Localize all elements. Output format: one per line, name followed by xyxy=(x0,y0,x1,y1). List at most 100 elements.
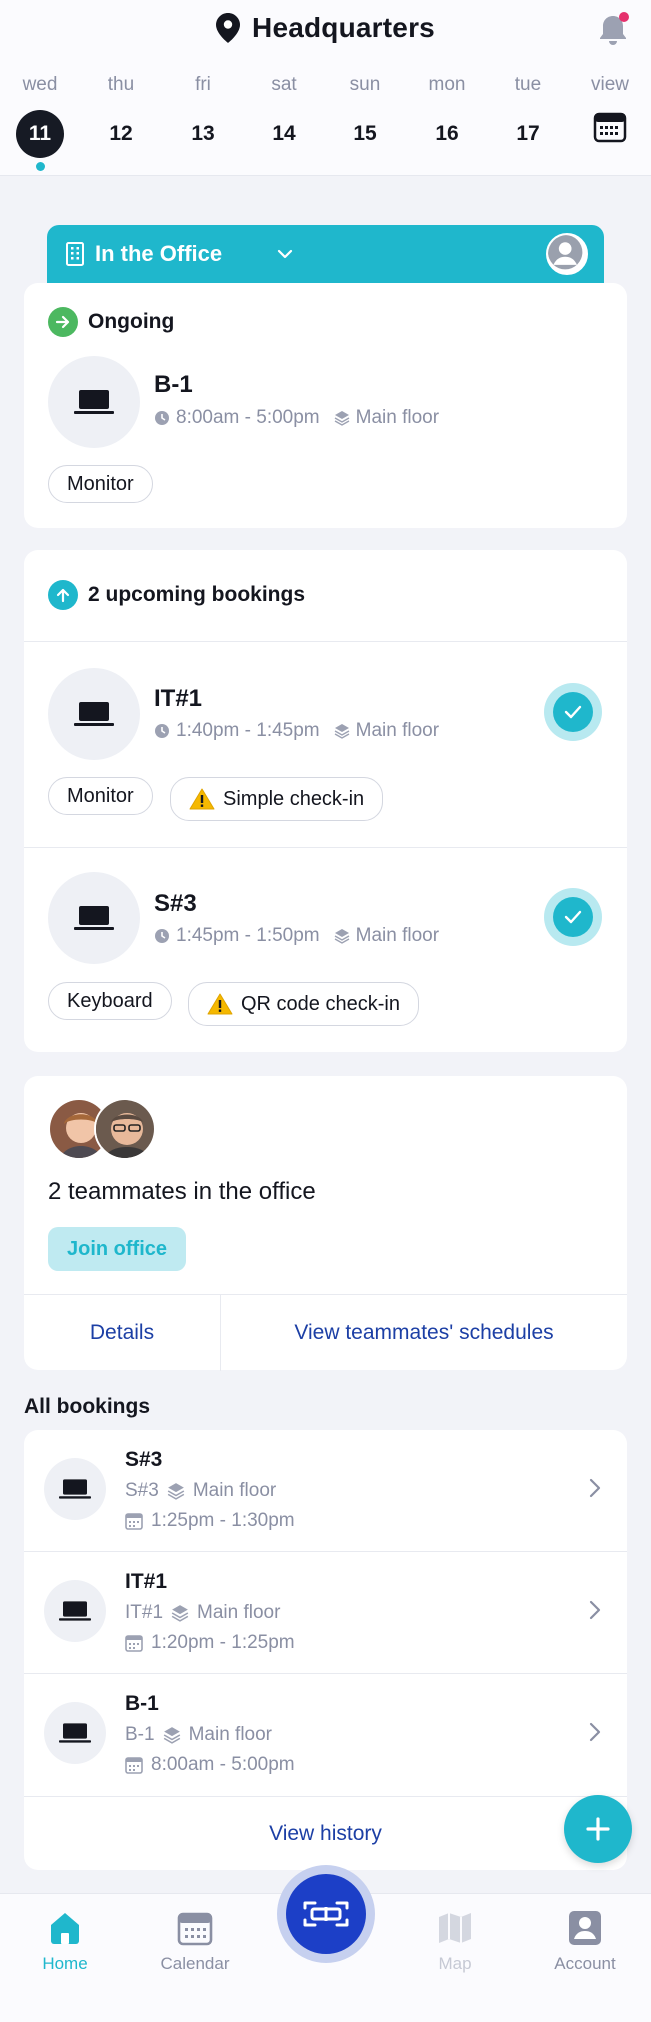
calendar-icon xyxy=(177,1912,213,1946)
booking-floor: Main floor xyxy=(355,925,440,946)
list-item[interactable]: B-1 B-1 Main floor 8:00am - 5:00pm xyxy=(24,1674,627,1796)
user-avatar[interactable] xyxy=(546,233,588,275)
arrow-up-icon xyxy=(48,580,78,610)
day-mon[interactable]: mon 16 xyxy=(412,74,482,158)
check-in-button[interactable] xyxy=(544,888,602,946)
ongoing-header: Ongoing xyxy=(48,307,174,337)
booking-floor: Main floor xyxy=(192,1480,277,1501)
booking-time: 8:00am - 5:00pm xyxy=(151,1754,295,1775)
list-item[interactable]: S#3 S#3 Main floor 1:25pm - 1:30pm xyxy=(24,1430,627,1552)
qr-scan-icon xyxy=(303,1901,349,1927)
nav-label: Account xyxy=(554,1954,616,1973)
booking-meta: 1:45pm - 1:50pm Main floor xyxy=(154,925,439,947)
nav-account[interactable]: Account xyxy=(535,1908,635,1974)
nav-home[interactable]: Home xyxy=(15,1908,115,1974)
view-teammates-schedules-link[interactable]: View teammates' schedules xyxy=(221,1295,627,1371)
chevron-right-icon xyxy=(589,1478,601,1498)
teammate-avatars[interactable] xyxy=(48,1098,158,1162)
location-pin-icon xyxy=(216,13,241,43)
laptop-icon xyxy=(44,1702,106,1764)
scan-button[interactable] xyxy=(277,1865,375,1963)
day-fri[interactable]: fri 13 xyxy=(168,74,238,158)
teammates-count-text: 2 teammates in the office xyxy=(48,1178,316,1205)
week-day-selector: wed 11 thu 12 fri 13 sat 14 sun 15 mon 1… xyxy=(0,74,651,171)
clock-icon xyxy=(155,411,169,425)
check-in-label: QR code check-in xyxy=(241,992,400,1015)
booking-time-row: 1:20pm - 1:25pm xyxy=(125,1632,295,1654)
join-office-button[interactable]: Join office xyxy=(48,1227,186,1271)
warning-icon xyxy=(207,993,233,1015)
clock-icon xyxy=(155,724,169,738)
check-in-type-tag: QR code check-in xyxy=(188,982,419,1026)
details-link[interactable]: Details xyxy=(24,1295,220,1371)
teammate-avatar xyxy=(94,1098,156,1160)
booking-name[interactable]: S#3 xyxy=(154,890,197,918)
booking-location: B-1 Main floor xyxy=(125,1724,272,1746)
view-history-link[interactable]: View history xyxy=(24,1796,627,1870)
amenity-tag: Monitor xyxy=(48,777,153,815)
booking-name: B-1 xyxy=(154,371,193,398)
day-thu[interactable]: thu 12 xyxy=(86,74,156,158)
layers-icon xyxy=(334,724,349,739)
clock-icon xyxy=(155,929,169,943)
notification-badge xyxy=(619,12,629,22)
divider xyxy=(24,641,627,642)
arrow-right-icon xyxy=(48,307,78,337)
booking-name: S#3 xyxy=(125,1448,163,1471)
nav-label: Map xyxy=(438,1954,472,1973)
day-name: sat xyxy=(271,74,297,95)
chevron-right-icon xyxy=(589,1600,601,1620)
notifications-button[interactable] xyxy=(595,12,631,48)
booking-time-row: 1:25pm - 1:30pm xyxy=(125,1510,295,1532)
day-number: 12 xyxy=(109,122,133,145)
divider xyxy=(24,847,627,848)
booking-name: IT#1 xyxy=(125,1570,168,1593)
page-title: Headquarters xyxy=(252,12,435,43)
booking-time-row: 8:00am - 5:00pm xyxy=(125,1754,295,1776)
check-in-type-tag: Simple check-in xyxy=(170,777,384,821)
day-name: wed xyxy=(22,74,58,95)
day-wed[interactable]: wed 11 xyxy=(5,74,75,171)
day-sat[interactable]: sat 14 xyxy=(249,74,319,158)
day-name: mon xyxy=(428,74,466,95)
day-sun[interactable]: sun 15 xyxy=(330,74,400,158)
laptop-icon xyxy=(44,1580,106,1642)
header: Headquarters wed 11 thu 12 fri 13 sat 14… xyxy=(0,0,651,176)
day-tue[interactable]: tue 17 xyxy=(493,74,563,158)
chevron-down-icon[interactable] xyxy=(277,247,293,261)
layers-icon xyxy=(163,1727,180,1744)
nav-calendar[interactable]: Calendar xyxy=(145,1908,245,1974)
day-number: 13 xyxy=(191,122,215,145)
booking-name: B-1 xyxy=(125,1692,159,1715)
booking-resource: S#3 xyxy=(125,1480,159,1501)
plus-icon xyxy=(586,1817,610,1841)
list-item[interactable]: IT#1 IT#1 Main floor 1:20pm - 1:25pm xyxy=(24,1552,627,1674)
view-calendar-button[interactable]: view xyxy=(575,74,645,144)
nav-map[interactable]: Map xyxy=(405,1908,505,1974)
check-in-button[interactable] xyxy=(544,683,602,741)
day-name: fri xyxy=(195,74,211,95)
office-status-dropdown[interactable]: In the Office xyxy=(95,241,222,267)
location-selector[interactable]: Headquarters xyxy=(0,10,651,46)
all-bookings-title: All bookings xyxy=(24,1395,150,1418)
home-icon xyxy=(51,1913,79,1944)
amenity-label: Keyboard xyxy=(67,989,153,1012)
day-name: thu xyxy=(107,74,135,95)
booking-resource: IT#1 xyxy=(125,1602,164,1623)
calendar-small-icon xyxy=(125,1513,143,1530)
day-name: tue xyxy=(514,74,542,95)
amenity-tag: Monitor xyxy=(48,465,153,503)
booking-floor: Main floor xyxy=(188,1724,272,1745)
teammates-card: 2 teammates in the office Join office De… xyxy=(24,1076,627,1371)
ongoing-booking-card[interactable]: Ongoing B-1 8:00am - 5:00pm Main floor M… xyxy=(24,283,627,528)
check-icon xyxy=(564,705,582,719)
nav-label: Calendar xyxy=(160,1954,230,1973)
section-heading: Ongoing xyxy=(88,310,175,333)
amenity-label: Monitor xyxy=(67,784,134,807)
day-number: 14 xyxy=(272,122,296,145)
layers-icon xyxy=(334,411,349,426)
laptop-icon xyxy=(48,668,140,760)
add-booking-button[interactable] xyxy=(564,1795,632,1863)
nav-label: Home xyxy=(42,1954,88,1973)
booking-name[interactable]: IT#1 xyxy=(154,685,202,713)
